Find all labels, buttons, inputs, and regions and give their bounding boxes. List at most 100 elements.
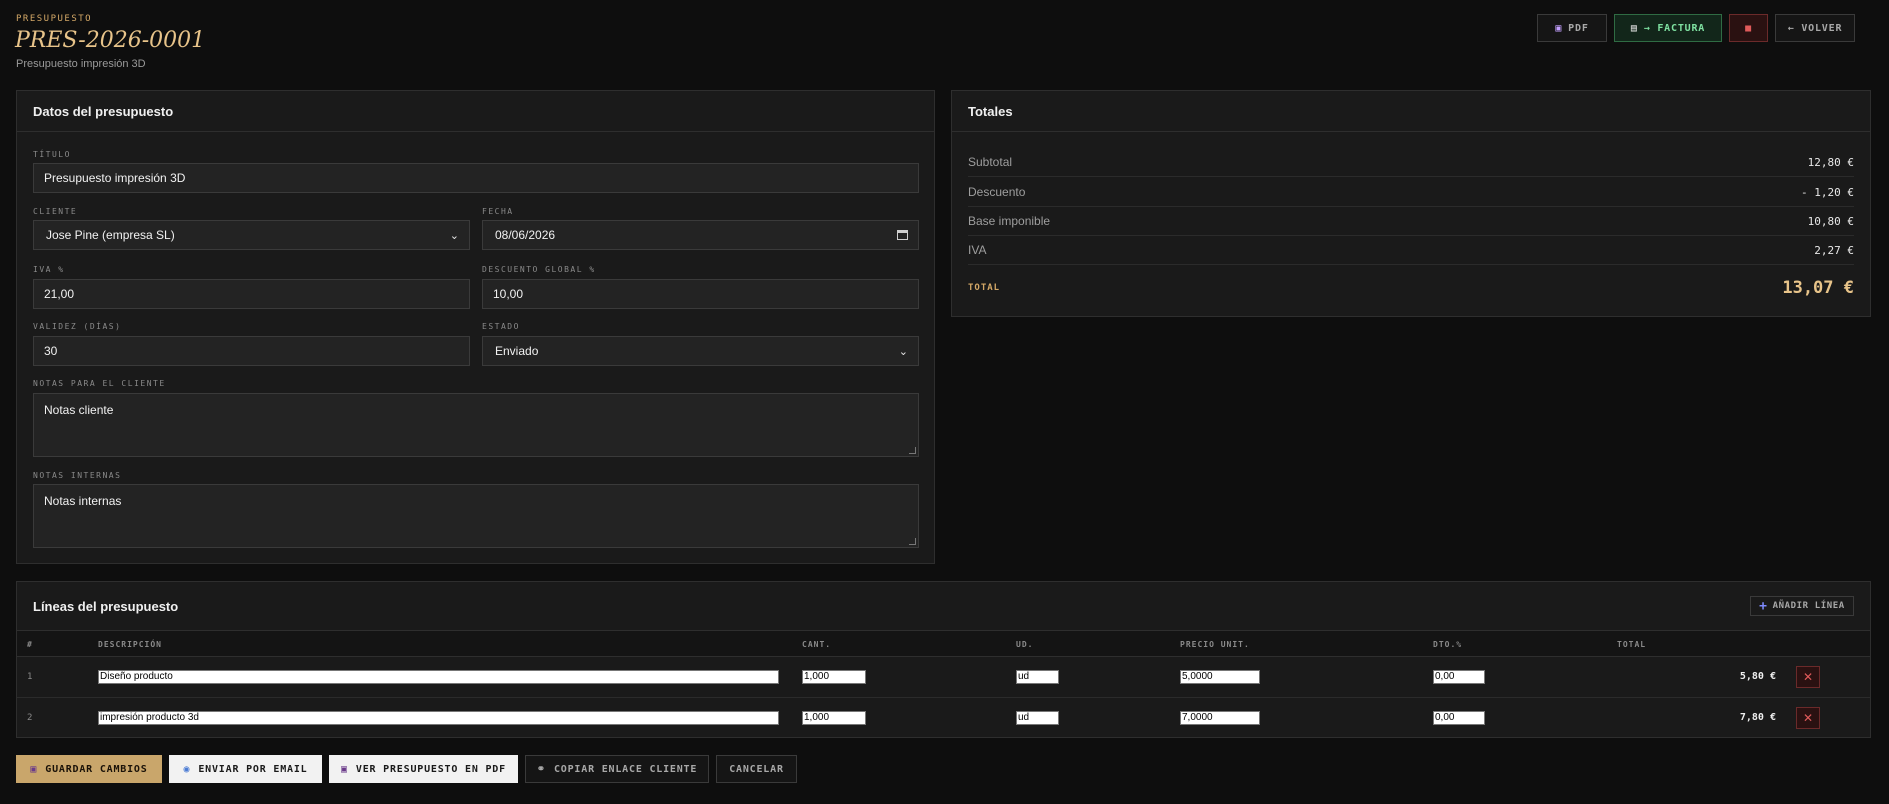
validez-input[interactable]: 30 bbox=[33, 336, 470, 366]
descuento-label: DESCUENTO GLOBAL % bbox=[482, 265, 596, 274]
unidad-input[interactable]: ud bbox=[1016, 711, 1059, 725]
send-email-label: ENVIAR POR EMAIL bbox=[198, 763, 308, 775]
convert-to-invoice-button[interactable]: ▤ → FACTURA bbox=[1614, 14, 1722, 42]
precio-input[interactable]: 7,0000 bbox=[1180, 711, 1260, 725]
totales-row-value: 2,27 € bbox=[1814, 243, 1854, 257]
total-label: TOTAL bbox=[968, 282, 1001, 293]
printer-icon: ▣ bbox=[341, 763, 348, 775]
notas-cliente-label: NOTAS PARA EL CLIENTE bbox=[33, 379, 166, 388]
totales-row-label: Base imponible bbox=[968, 214, 1051, 228]
close-icon: ✕ bbox=[1802, 711, 1814, 725]
totales-row-label: Descuento bbox=[968, 185, 1026, 199]
email-icon: ◉ bbox=[183, 763, 191, 775]
validez-label: VALIDEZ (DÍAS) bbox=[33, 322, 122, 331]
column-header: PRECIO UNIT. bbox=[1180, 640, 1250, 649]
resize-handle-icon[interactable] bbox=[909, 447, 916, 454]
estado-select[interactable]: Enviado ⌄ bbox=[482, 336, 919, 366]
totales-row: Base imponible 10,80 € bbox=[968, 207, 1854, 236]
totales-row-value: 10,80 € bbox=[1807, 214, 1854, 228]
column-header: # bbox=[27, 640, 33, 649]
send-email-button[interactable]: ◉ ENVIAR POR EMAIL bbox=[169, 755, 322, 783]
iva-label: IVA % bbox=[33, 265, 65, 274]
notas-internas-value: Notas internas bbox=[44, 494, 122, 508]
view-pdf-label: VER PRESUPUESTO EN PDF bbox=[355, 763, 506, 775]
page-subtitle: Presupuesto impresión 3D bbox=[16, 58, 146, 70]
resize-handle-icon[interactable] bbox=[909, 538, 916, 545]
cliente-label: CLIENTE bbox=[33, 207, 78, 216]
total-value: 13,07 € bbox=[1782, 277, 1854, 298]
notas-cliente-textarea[interactable]: Notas cliente bbox=[33, 393, 919, 457]
line-total: 7,80 € bbox=[1739, 712, 1776, 723]
link-icon: ⚭ bbox=[536, 763, 546, 775]
remove-line-button[interactable]: ✕ bbox=[1796, 666, 1820, 688]
descuento-input[interactable]: 10,00 bbox=[482, 279, 919, 309]
save-icon: ▣ bbox=[30, 763, 38, 775]
datos-heading: Datos del presupuesto bbox=[17, 91, 934, 132]
line-total: 5,80 € bbox=[1739, 671, 1776, 682]
precio-input[interactable]: 5,0000 bbox=[1180, 670, 1260, 684]
cliente-select-value: Jose Pine (empresa SL) bbox=[46, 228, 175, 242]
trash-icon: ■ bbox=[1745, 22, 1752, 34]
fecha-value: 08/06/2026 bbox=[495, 228, 556, 242]
close-icon: ✕ bbox=[1802, 670, 1814, 684]
totales-row-value: - 1,20 € bbox=[1801, 185, 1854, 199]
notas-internas-textarea[interactable]: Notas internas bbox=[33, 484, 919, 548]
pdf-button-label: PDF bbox=[1568, 22, 1589, 34]
page-kicker: PRESUPUESTO bbox=[16, 14, 93, 24]
table-row: 1 Diseño producto 1,000 ud 5,0000 0,00 5… bbox=[17, 657, 1870, 698]
add-line-label: AÑADIR LÍNEA bbox=[1772, 601, 1845, 611]
lineas-panel: Líneas del presupuesto + AÑADIR LÍNEA # … bbox=[16, 581, 1871, 738]
totales-row: IVA 2,27 € bbox=[968, 236, 1854, 265]
cantidad-input[interactable]: 1,000 bbox=[802, 670, 866, 684]
cancel-button[interactable]: CANCELAR bbox=[716, 755, 797, 783]
unidad-input[interactable]: ud bbox=[1016, 670, 1059, 684]
view-pdf-button[interactable]: ▣ VER PRESUPUESTO EN PDF bbox=[329, 755, 518, 783]
top-actions: ▣ PDF ▤ → FACTURA ■ ← VOLVER bbox=[1537, 14, 1855, 42]
remove-line-button[interactable]: ✕ bbox=[1796, 707, 1820, 729]
descuento-linea-input[interactable]: 0,00 bbox=[1433, 670, 1485, 684]
descuento-linea-input[interactable]: 0,00 bbox=[1433, 711, 1485, 725]
cantidad-input[interactable]: 1,000 bbox=[802, 711, 866, 725]
delete-button[interactable]: ■ bbox=[1729, 14, 1768, 42]
fecha-input[interactable]: 08/06/2026 bbox=[482, 220, 919, 250]
totales-row-value: 12,80 € bbox=[1807, 155, 1854, 169]
calendar-icon[interactable] bbox=[897, 230, 908, 240]
plus-icon: + bbox=[1759, 598, 1768, 614]
titulo-label: TÍTULO bbox=[33, 150, 71, 159]
page-title: PRES-2026-0001 bbox=[15, 28, 206, 53]
save-button-label: GUARDAR CAMBIOS bbox=[45, 763, 148, 775]
add-line-button[interactable]: + AÑADIR LÍNEA bbox=[1750, 596, 1854, 616]
estado-label: ESTADO bbox=[482, 322, 520, 331]
lineas-heading: Líneas del presupuesto bbox=[33, 598, 179, 614]
fecha-label: FECHA bbox=[482, 207, 514, 216]
copy-link-button[interactable]: ⚭ COPIAR ENLACE CLIENTE bbox=[525, 755, 709, 783]
table-row: 2 impresión producto 3d 1,000 ud 7,0000 … bbox=[17, 698, 1870, 739]
convert-to-invoice-label: → FACTURA bbox=[1643, 22, 1706, 34]
pdf-button[interactable]: ▣ PDF bbox=[1537, 14, 1607, 42]
column-header: DESCRIPCIÓN bbox=[98, 640, 162, 649]
totales-heading: Totales bbox=[952, 91, 1870, 132]
total-row: TOTAL 13,07 € bbox=[968, 273, 1854, 302]
descripcion-input[interactable]: Diseño producto bbox=[98, 670, 779, 684]
lineas-table-header: # DESCRIPCIÓN CANT. UD. PRECIO UNIT. DTO… bbox=[17, 630, 1870, 657]
line-number: 1 bbox=[27, 672, 33, 682]
bottom-actions: ▣ GUARDAR CAMBIOS ◉ ENVIAR POR EMAIL ▣ V… bbox=[16, 755, 797, 783]
column-header: CANT. bbox=[802, 640, 832, 649]
totales-panel: Totales Subtotal 12,80 € Descuento - 1,2… bbox=[951, 90, 1871, 317]
datos-panel: Datos del presupuesto TÍTULO Presupuesto… bbox=[16, 90, 935, 564]
notas-cliente-value: Notas cliente bbox=[44, 403, 114, 417]
column-header: UD. bbox=[1016, 640, 1034, 649]
document-icon: ▤ bbox=[1630, 22, 1638, 34]
back-button[interactable]: ← VOLVER bbox=[1775, 14, 1855, 42]
titulo-input[interactable]: Presupuesto impresión 3D bbox=[33, 163, 919, 193]
save-button[interactable]: ▣ GUARDAR CAMBIOS bbox=[16, 755, 162, 783]
cliente-select[interactable]: Jose Pine (empresa SL) ⌄ bbox=[33, 220, 470, 250]
copy-link-label: COPIAR ENLACE CLIENTE bbox=[553, 763, 698, 775]
column-header: TOTAL bbox=[1617, 640, 1647, 649]
back-button-label: ← VOLVER bbox=[1787, 22, 1843, 34]
notas-internas-label: NOTAS INTERNAS bbox=[33, 471, 122, 480]
descripcion-input[interactable]: impresión producto 3d bbox=[98, 711, 779, 725]
pdf-icon: ▣ bbox=[1555, 22, 1563, 34]
iva-input[interactable]: 21,00 bbox=[33, 279, 470, 309]
chevron-down-icon: ⌄ bbox=[898, 345, 908, 358]
